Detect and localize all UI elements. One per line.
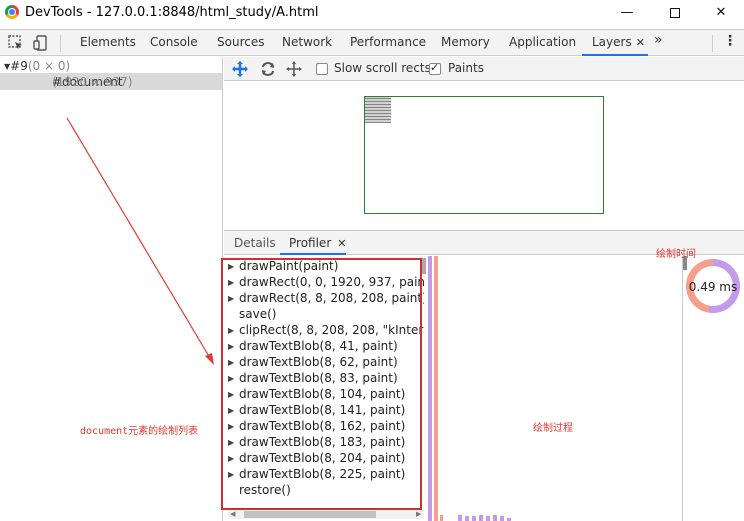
command-list-hscroll[interactable]: ◀ ▶ — [228, 510, 424, 519]
tab-console[interactable]: Console — [150, 35, 198, 49]
command-list-highlight-box — [221, 258, 422, 510]
hscroll-thumb[interactable] — [244, 511, 376, 518]
document-layer-rect[interactable] — [364, 96, 604, 214]
maximize-button[interactable] — [652, 0, 698, 25]
devtools-toolbar: Elements Console Sources Network Perform… — [0, 29, 744, 56]
paint-time-donut: 0.49 ms — [686, 259, 740, 313]
device-toolbar-icon[interactable] — [32, 34, 50, 52]
active-detail-tab-indicator — [280, 253, 346, 255]
layers-viewport[interactable] — [224, 82, 744, 230]
timeline-bar — [440, 515, 443, 521]
inspect-element-icon[interactable] — [7, 34, 25, 52]
document-paint-thumbnail — [365, 97, 391, 123]
tab-network[interactable]: Network — [282, 35, 332, 49]
paint-time-label: 0.49 ms — [688, 280, 738, 294]
tab-memory[interactable]: Memory — [441, 35, 490, 49]
timeline-bar — [486, 516, 490, 521]
slow-scroll-rects-label: Slow scroll rects — [334, 61, 431, 75]
tree-root-label: #9 — [10, 59, 28, 73]
tree-document-row[interactable]: #document (1920 × 937) — [0, 73, 222, 90]
paints-label: Paints — [448, 61, 484, 75]
paint-timeline[interactable] — [426, 256, 682, 521]
timeline-bar — [458, 515, 462, 521]
timeline-bar — [493, 515, 497, 521]
tab-application[interactable]: Application — [509, 35, 576, 49]
chrome-logo-icon — [5, 5, 19, 19]
tab-layers[interactable]: Layers ✕ — [592, 35, 645, 49]
slow-scroll-rects-checkbox[interactable] — [316, 63, 328, 75]
window-titlebar: DevTools - 127.0.0.1:8848/html_study/A.h… — [0, 0, 744, 25]
layer-tree: ▼#9(0 × 0) #document (1920 × 937) — [0, 57, 223, 521]
tree-root-row[interactable]: ▼#9(0 × 0) — [4, 59, 70, 73]
tab-profiler[interactable]: Profiler ✕ — [289, 236, 346, 250]
tab-profiler-label: Profiler — [289, 236, 332, 250]
rotate-mode-icon[interactable] — [260, 61, 276, 77]
tab-performance[interactable]: Performance — [350, 35, 426, 49]
tab-layers-close-icon[interactable]: ✕ — [636, 36, 645, 49]
toolbar-divider — [60, 35, 61, 52]
paints-checkbox[interactable] — [429, 61, 441, 75]
tab-details[interactable]: Details — [234, 236, 276, 250]
pan-mode-icon[interactable] — [232, 61, 248, 77]
annotation-paint-process: 绘制过程 — [533, 423, 573, 434]
timeline-bar — [479, 515, 483, 521]
layers-toolbar: Slow scroll rects Paints — [224, 57, 744, 81]
tree-document-size: (1920 × 937) — [52, 75, 133, 89]
reset-transform-icon[interactable] — [286, 61, 302, 77]
close-window-button[interactable]: ✕ — [698, 0, 744, 25]
annotation-paint-time: 绘制时间 — [656, 249, 696, 260]
more-tabs-icon[interactable]: » — [654, 32, 663, 48]
annotation-draw-list: document元素的绘制列表 — [80, 426, 199, 437]
tab-layers-label: Layers — [592, 35, 632, 49]
maximize-icon — [670, 7, 680, 18]
toolbar-divider — [712, 35, 713, 52]
tab-sources[interactable]: Sources — [217, 35, 264, 49]
paint-time-pie: 0.49 ms — [683, 256, 744, 521]
timeline-bar — [434, 256, 438, 521]
timeline-bar — [472, 516, 476, 521]
window-title: DevTools - 127.0.0.1:8848/html_study/A.h… — [25, 5, 319, 20]
timeline-bar — [500, 516, 504, 521]
kebab-menu-icon[interactable]: ⋮ — [723, 33, 737, 49]
timeline-bar — [465, 516, 469, 521]
timeline-bar — [428, 256, 432, 521]
scroll-left-icon[interactable]: ◀ — [230, 510, 235, 518]
active-tab-indicator — [582, 54, 648, 56]
tree-root-size: (0 × 0) — [27, 59, 71, 73]
tab-elements[interactable]: Elements — [80, 35, 136, 49]
scroll-right-icon[interactable]: ▶ — [416, 510, 421, 518]
minimize-button[interactable]: — — [604, 0, 650, 25]
tab-profiler-close-icon[interactable]: ✕ — [337, 237, 346, 250]
